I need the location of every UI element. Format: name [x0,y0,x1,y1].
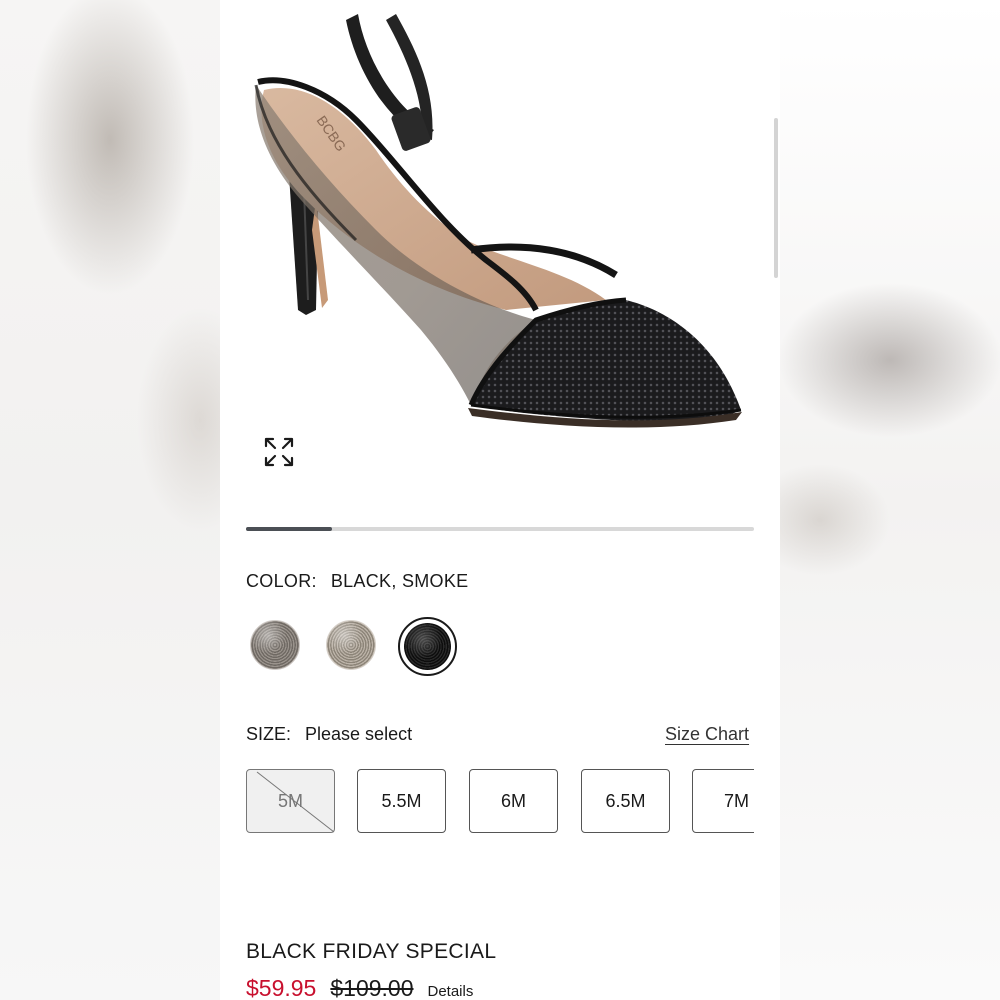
price-row: $59.95 $109.00 Details [246,975,473,1000]
color-selection-label: COLOR: BLACK, SMOKE [246,571,468,592]
left-backdrop [0,0,220,1000]
promo-title: BLACK FRIDAY SPECIAL [246,940,497,963]
color-swatch-pewter[interactable] [250,620,300,670]
size-label: SIZE: [246,724,292,744]
scrollbar-thumb[interactable] [774,118,778,278]
color-swatch-black-selected[interactable] [398,617,457,676]
color-value: BLACK, SMOKE [330,571,469,591]
size-selection-label: SIZE: Please select [246,724,412,745]
right-backdrop [780,0,1000,1000]
size-option-5-5m[interactable]: 5.5M [357,769,446,833]
product-image[interactable]: BCBG [246,10,756,490]
size-option-6-5m[interactable]: 6.5M [581,769,670,833]
color-swatch-taupe[interactable] [326,620,376,670]
image-carousel-progress[interactable] [246,527,754,531]
size-chart-link[interactable]: Size Chart [665,724,749,745]
size-option-5m[interactable]: 5M [246,769,335,833]
color-label: COLOR: [246,571,317,591]
size-option-6m[interactable]: 6M [469,769,558,833]
sale-price: $59.95 [246,975,317,1000]
original-price: $109.00 [330,975,414,1000]
carousel-progress-fill [246,527,333,531]
size-option-7m[interactable]: 7M [692,769,754,833]
details-link[interactable]: Details [428,983,474,1000]
size-value: Please select [305,724,413,744]
size-options: 5M 5.5M 6M 6.5M 7M [246,769,754,835]
expand-arrows-icon[interactable] [262,435,296,469]
